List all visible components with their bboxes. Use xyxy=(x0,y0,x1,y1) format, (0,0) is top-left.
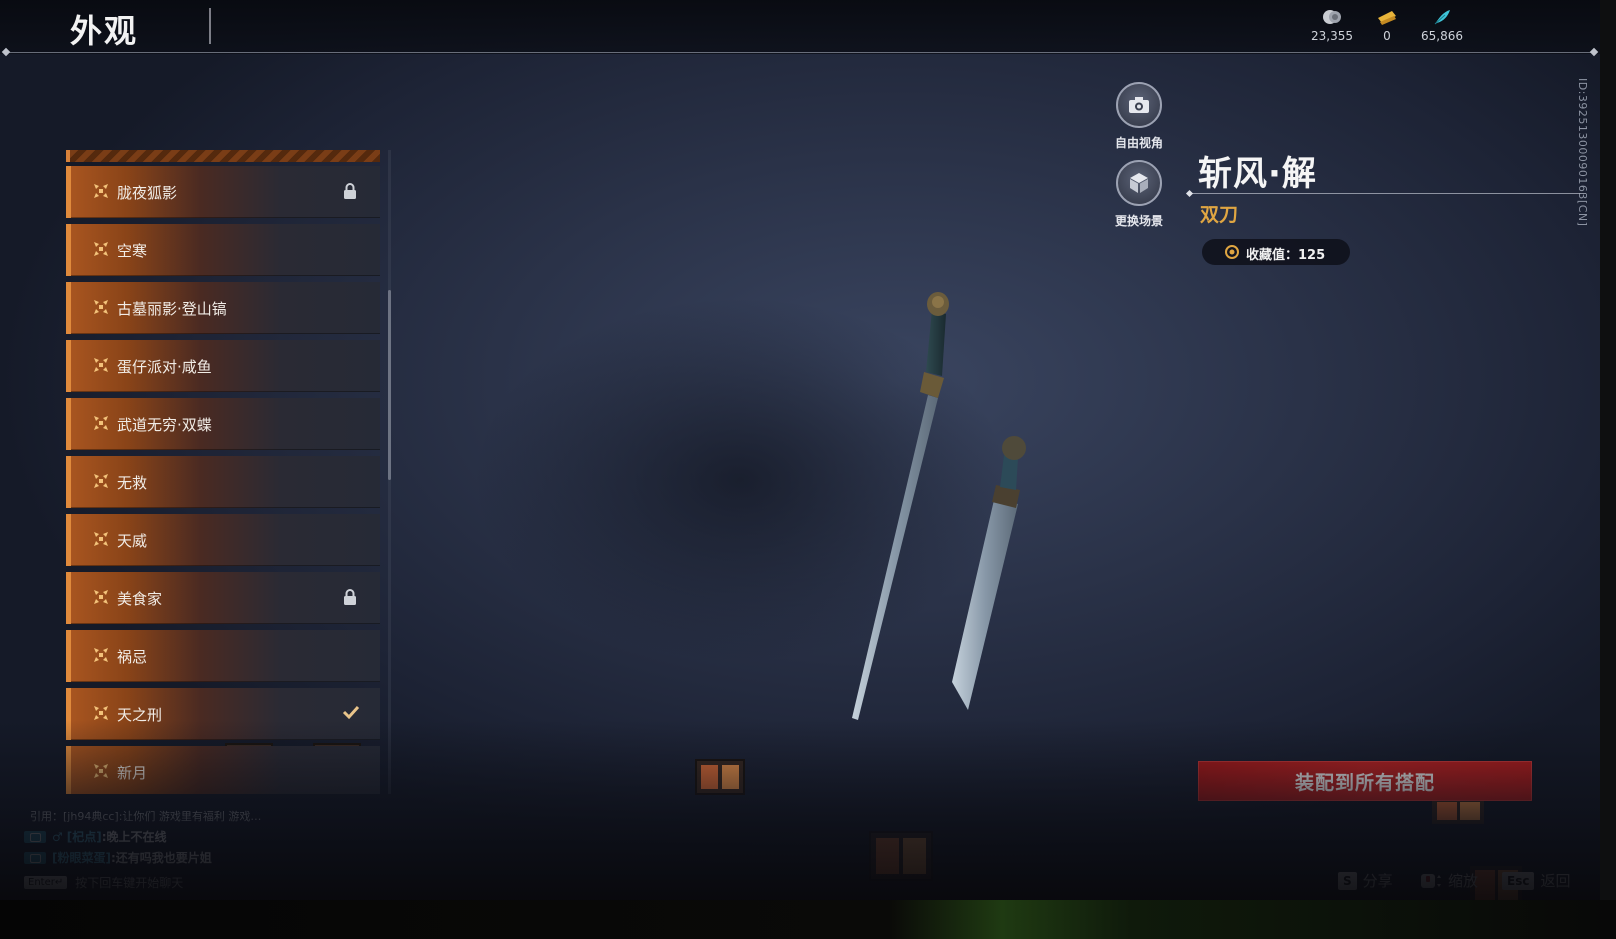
list-item[interactable]: 古墓丽影·登山镐 xyxy=(66,282,380,334)
share-hotkey[interactable]: S 分享 xyxy=(1338,870,1393,891)
currency-coins-value: 23,355 xyxy=(1311,29,1353,43)
currency-feathers[interactable]: 65,866 xyxy=(1412,8,1472,43)
page-title: 外观 xyxy=(70,12,139,50)
enter-key-icon: Enter↵ xyxy=(24,876,68,889)
chat-sender[interactable]: [粉眼菜蛋] xyxy=(52,849,111,866)
share-label: 分享 xyxy=(1362,872,1393,890)
lock-icon xyxy=(342,182,358,200)
list-item[interactable]: 胧夜狐影 xyxy=(66,166,380,218)
list-top-item-partial[interactable] xyxy=(66,150,380,162)
window-edge xyxy=(1600,0,1616,900)
currency-coins[interactable]: 23,355 xyxy=(1302,8,1362,43)
back-label: 返回 xyxy=(1540,872,1571,890)
title-divider xyxy=(209,8,211,44)
change-scene-label: 更换场景 xyxy=(1114,214,1163,228)
chat-text: :还有吗我也要片姐 xyxy=(110,851,212,865)
list-item-label: 天之刑 xyxy=(117,706,163,724)
dual-blade-type-icon xyxy=(93,647,109,663)
dual-blade-type-icon xyxy=(93,531,109,547)
chat-channel-icon xyxy=(24,830,46,843)
free-camera-label: 自由视角 xyxy=(1114,136,1163,150)
list-item[interactable]: 新月 xyxy=(66,746,380,794)
dual-blade-type-icon xyxy=(93,589,109,605)
player-id: ID:39251300090163[CN] xyxy=(1576,78,1589,227)
list-item-label: 天威 xyxy=(117,532,148,550)
chat-enter-hint-text: 按下回车键开始聊天 xyxy=(75,876,184,890)
top-bar: 外观 23,355 0 65,866 xyxy=(0,0,1600,54)
list-scrollbar-thumb[interactable] xyxy=(388,290,391,480)
chat-quote: 引用：[jh94典cc]:让你们 游戏里有福利 游戏… xyxy=(30,810,262,823)
list-item-label: 古墓丽影·登山镐 xyxy=(117,300,227,318)
chat-message: [粉眼菜蛋] :还有吗我也要片姐 xyxy=(24,849,424,866)
list-item[interactable]: 祸忌 xyxy=(66,630,380,682)
zoom-label: 缩放 xyxy=(1448,872,1479,890)
checkmark-icon xyxy=(342,704,360,722)
list-item[interactable]: 天威 xyxy=(66,514,380,566)
dual-blade-type-icon xyxy=(93,415,109,431)
dual-blade-type-icon xyxy=(93,299,109,315)
dual-blade-type-icon xyxy=(93,183,109,199)
male-icon: ♂ xyxy=(52,829,63,844)
lock-icon xyxy=(342,588,358,606)
chat-panel[interactable]: 引用：[jh94典cc]:让你们 游戏里有福利 游戏… ♂ [杞点] :晚上不在… xyxy=(24,808,424,891)
chat-channel-icon xyxy=(24,851,46,864)
dual-blade-type-icon xyxy=(93,357,109,373)
equip-all-button[interactable]: 装配到所有搭配 xyxy=(1198,761,1532,801)
list-item[interactable]: 无救 xyxy=(66,456,380,508)
list-item-label: 无救 xyxy=(117,474,148,492)
lantern-decoration xyxy=(869,831,933,881)
lantern-decoration xyxy=(695,759,745,795)
item-name-divider xyxy=(1190,193,1586,194)
collection-value-badge: 收藏值：125 xyxy=(1202,239,1350,265)
item-name: 斩风·解 xyxy=(1198,154,1317,194)
list-item[interactable]: 美食家 xyxy=(66,572,380,624)
list-item[interactable]: 天之刑 xyxy=(66,688,380,740)
chat-sender[interactable]: [杞点] xyxy=(67,828,102,845)
list-item-label: 祸忌 xyxy=(117,648,148,666)
collection-icon xyxy=(1225,245,1239,259)
background-edge xyxy=(0,900,1616,939)
chat-enter-hint[interactable]: Enter↵ 按下回车键开始聊天 xyxy=(24,874,424,891)
feather-icon xyxy=(1434,10,1450,25)
currency-tickets-value: 0 xyxy=(1383,29,1391,43)
chat-text: :晚上不在线 xyxy=(101,830,167,844)
share-key: S xyxy=(1338,871,1357,890)
list-item-label: 武道无穷·双蝶 xyxy=(117,416,212,434)
appearance-list: 胧夜狐影空寒古墓丽影·登山镐 蛋仔派对·咸鱼 武道无穷·双蝶 无救天威美食家祸忌天之刑… xyxy=(66,150,382,794)
list-item-label: 空寒 xyxy=(117,242,148,260)
list-item[interactable]: 空寒 xyxy=(66,224,380,276)
zoom-hotkey[interactable]: 缩放 xyxy=(1420,870,1478,891)
dual-blade-type-icon xyxy=(93,763,109,779)
coin-icon xyxy=(1323,10,1341,24)
list-item-label: 蛋仔派对·咸鱼 xyxy=(117,358,212,376)
item-weapon-type: 双刀 xyxy=(1200,204,1239,226)
dual-blade-type-icon xyxy=(93,705,109,721)
esc-key: Esc xyxy=(1502,871,1535,890)
list-item-label: 美食家 xyxy=(117,590,163,608)
scene-cube-icon xyxy=(1130,173,1148,193)
list-item[interactable]: 武道无穷·双蝶 xyxy=(66,398,380,450)
currency-tickets[interactable]: 0 xyxy=(1357,8,1417,43)
collection-value-text: 收藏值：125 xyxy=(1246,248,1326,263)
back-hotkey[interactable]: Esc 返回 xyxy=(1502,870,1570,891)
list-item-label: 胧夜狐影 xyxy=(117,184,178,202)
currency-feathers-value: 65,866 xyxy=(1421,29,1463,43)
dual-blade-type-icon xyxy=(93,473,109,489)
ticket-icon xyxy=(1378,11,1396,25)
list-item[interactable]: 蛋仔派对·咸鱼 xyxy=(66,340,380,392)
chat-message: ♂ [杞点] :晚上不在线 xyxy=(24,828,424,845)
dual-blade-type-icon xyxy=(93,241,109,257)
camera-icon xyxy=(1129,97,1149,113)
free-camera-button[interactable]: 自由视角 xyxy=(1104,82,1174,151)
header-divider xyxy=(6,52,1594,53)
mouse-scroll-icon xyxy=(1421,873,1441,888)
change-scene-button[interactable]: 更换场景 xyxy=(1104,160,1174,229)
scene-viewport[interactable]: 外观 23,355 0 65,866 ID:39251300090163[CN]… xyxy=(0,0,1600,900)
dual-blade-model xyxy=(852,292,1026,720)
list-item-label: 新月 xyxy=(117,764,148,782)
